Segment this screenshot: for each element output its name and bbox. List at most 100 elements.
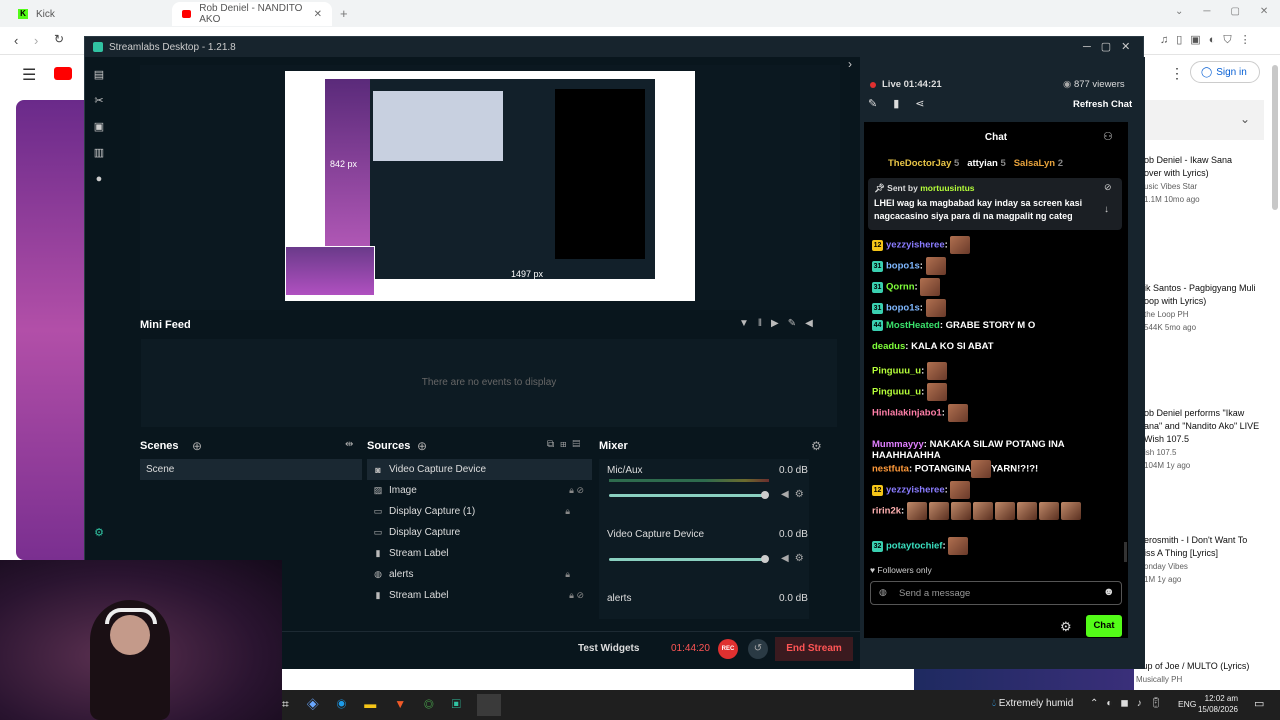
- tray-icons[interactable]: ⌃◐◼♪🔋︎: [1090, 698, 1170, 709]
- stream-preview[interactable]: 842 px 1497 px: [140, 65, 840, 310]
- back-icon[interactable]: ‹: [14, 33, 18, 48]
- video-title: ob Deniel - Ikaw Sana: [1144, 155, 1233, 165]
- transition-icon[interactable]: ⇹: [345, 439, 353, 450]
- chat-username[interactable]: Pinguuu_u: [872, 366, 921, 377]
- chat-settings-icon[interactable]: ⚙: [1060, 619, 1072, 635]
- chat-username[interactable]: MostHeated: [886, 320, 940, 331]
- filter-chip-bar[interactable]: ⌄: [1144, 100, 1264, 140]
- source-item[interactable]: ▮ Stream Label: [367, 543, 592, 564]
- source-item[interactable]: ◙ Video Capture Device: [367, 459, 592, 480]
- chat-users-icon[interactable]: ⚇: [1103, 130, 1113, 143]
- new-tab-button[interactable]: +: [340, 6, 348, 21]
- add-scene-icon[interactable]: ⊕: [192, 439, 202, 453]
- chat-username[interactable]: Hinlalakinjabo1: [872, 408, 942, 419]
- test-widgets-button[interactable]: Test Widgets: [578, 643, 639, 654]
- window-controls[interactable]: ─▢✕: [1083, 40, 1140, 53]
- chat-username[interactable]: nestfuta: [872, 464, 909, 475]
- window-controls[interactable]: ⌄─▢✕: [1175, 6, 1280, 17]
- chat-separator: :: [941, 407, 948, 419]
- chat-username[interactable]: potaytochief: [886, 541, 942, 552]
- mini-feed-controls[interactable]: ▼‖▶✎◀: [739, 318, 822, 329]
- emoji-icon[interactable]: ☻: [1103, 586, 1115, 598]
- scene-item[interactable]: Scene: [140, 459, 362, 480]
- channel-controls[interactable]: ◀⚙: [781, 489, 810, 500]
- browser-tab-youtube[interactable]: Rob Deniel - NANDITO AKO ✕: [172, 2, 332, 26]
- menu-icon[interactable]: ☰: [22, 65, 36, 85]
- chat-username[interactable]: yezzyisheree: [886, 240, 945, 251]
- source-tools-icon[interactable]: ⧉⊞▤: [547, 439, 586, 450]
- related-video-2[interactable]: ob Deniel performs "Ikaw ana" and "Nandi…: [1144, 407, 1269, 472]
- chat-scrollbar[interactable]: [1124, 542, 1127, 562]
- mixer-settings-icon[interactable]: ⚙: [811, 439, 822, 453]
- chat-username[interactable]: Pinguuu_u: [872, 387, 921, 398]
- channel-controls[interactable]: ◀⚙: [781, 553, 810, 564]
- close-tab-icon[interactable]: ✕: [314, 9, 322, 20]
- related-video-4[interactable]: Cup of Joe / MULTO (Lyrics) Musically PH: [1136, 660, 1271, 686]
- related-video-0[interactable]: ob Deniel - Ikaw Sana over with Lyrics) …: [1144, 154, 1269, 206]
- image-icon: ▨: [373, 485, 383, 495]
- lock-icon[interactable]: 🔒︎: [565, 506, 570, 517]
- slider-thumb[interactable]: [761, 491, 769, 499]
- record-icon[interactable]: ●: [93, 173, 105, 185]
- hide-icon[interactable]: ⊘: [1104, 182, 1112, 193]
- related-video-1[interactable]: ik Santos - Pagbigyang Muli oop with Lyr…: [1144, 282, 1269, 334]
- reload-icon[interactable]: ↻: [54, 32, 64, 46]
- chat-username[interactable]: bopo1s: [886, 261, 920, 272]
- expand-icon[interactable]: ↓: [1104, 204, 1109, 215]
- extension-icons[interactable]: ♫▯▣◐⛉⋮: [1160, 33, 1259, 47]
- chevron-down-icon[interactable]: ⌄: [1240, 112, 1250, 126]
- sign-in-button[interactable]: ◯ Sign in: [1190, 61, 1260, 83]
- store-icon[interactable]: ▣: [93, 121, 105, 133]
- weather-widget[interactable]: 💧︎ Extremely humid: [992, 698, 1073, 709]
- chat-input[interactable]: ◍ Send a message ☻: [870, 581, 1122, 605]
- source-item[interactable]: ▮ Stream Label 🔒︎ ⊘: [367, 585, 592, 606]
- chat-username[interactable]: Mummayyy: [872, 439, 924, 450]
- source-item[interactable]: ▭ Display Capture (1) 🔒︎: [367, 501, 592, 522]
- collapse-dock-icon[interactable]: ›: [848, 57, 852, 71]
- scrollbar[interactable]: [1272, 65, 1278, 210]
- settings-icon[interactable]: ⚙: [93, 527, 105, 539]
- chat-username[interactable]: yezzyisheree: [886, 485, 945, 496]
- more-icon[interactable]: ⋮: [1170, 65, 1184, 82]
- sign-in-label: Sign in: [1216, 66, 1247, 78]
- source-item[interactable]: ▨ Image 🔒︎ ⊘: [367, 480, 592, 501]
- themes-icon[interactable]: ✂: [93, 95, 105, 107]
- source-item[interactable]: ▭ Display Capture: [367, 522, 592, 543]
- browser-tab-kick[interactable]: K Kick: [8, 2, 173, 26]
- youtube-logo-icon[interactable]: [54, 67, 72, 80]
- rec-button[interactable]: REC: [718, 639, 738, 659]
- preview-capture: 842 px 1497 px: [285, 71, 695, 301]
- forward-icon[interactable]: ›: [34, 33, 38, 48]
- subscriber-badge: 31: [872, 260, 883, 272]
- layout-icon[interactable]: ▥: [93, 147, 105, 159]
- scenes-title: Scenes: [140, 440, 179, 452]
- source-item[interactable]: ◍ alerts 🔒︎: [367, 564, 592, 585]
- chat-username[interactable]: bopo1s: [886, 303, 920, 314]
- chat-message: Pinguuu_u:: [872, 383, 947, 401]
- editor-icon[interactable]: ▤: [93, 69, 105, 81]
- lock-icon[interactable]: 🔒︎ ⊘: [569, 485, 584, 496]
- video-thumbnail[interactable]: [914, 667, 1134, 692]
- taskbar-app-icons[interactable]: ⌗◈◉▬▼◎▣: [282, 697, 479, 712]
- replay-icon[interactable]: ↺: [748, 639, 768, 659]
- chat-username[interactable]: deadus: [872, 341, 905, 352]
- chat-message: Hinlalakinjabo1:: [872, 404, 968, 422]
- refresh-chat-button[interactable]: Refresh Chat: [1073, 99, 1132, 110]
- headphones-shape: [105, 608, 157, 624]
- clock[interactable]: 12:02 am 15/08/2026: [1194, 693, 1238, 715]
- end-stream-button[interactable]: End Stream: [775, 637, 853, 661]
- add-source-icon[interactable]: ⊕: [417, 439, 427, 453]
- webcam-source-selection[interactable]: [285, 246, 375, 296]
- top-gifters: TheDoctorJay 5 attyian 5 SalsaLyn 2: [888, 158, 1063, 169]
- slider-thumb[interactable]: [761, 555, 769, 563]
- notifications-icon[interactable]: ▭: [1254, 697, 1264, 710]
- related-video-3[interactable]: erosmith - I Don't Want To iss A Thing […: [1144, 534, 1269, 586]
- dock-tools[interactable]: ✎▮⋖: [868, 97, 941, 110]
- lock-icon[interactable]: 🔒︎: [565, 569, 570, 580]
- chat-username[interactable]: Qornn: [886, 282, 915, 293]
- volume-slider[interactable]: [609, 555, 769, 563]
- volume-slider[interactable]: [609, 491, 769, 499]
- chat-username[interactable]: ririn2k: [872, 506, 901, 517]
- send-chat-button[interactable]: Chat: [1086, 615, 1122, 637]
- lock-icon[interactable]: 🔒︎ ⊘: [569, 590, 584, 601]
